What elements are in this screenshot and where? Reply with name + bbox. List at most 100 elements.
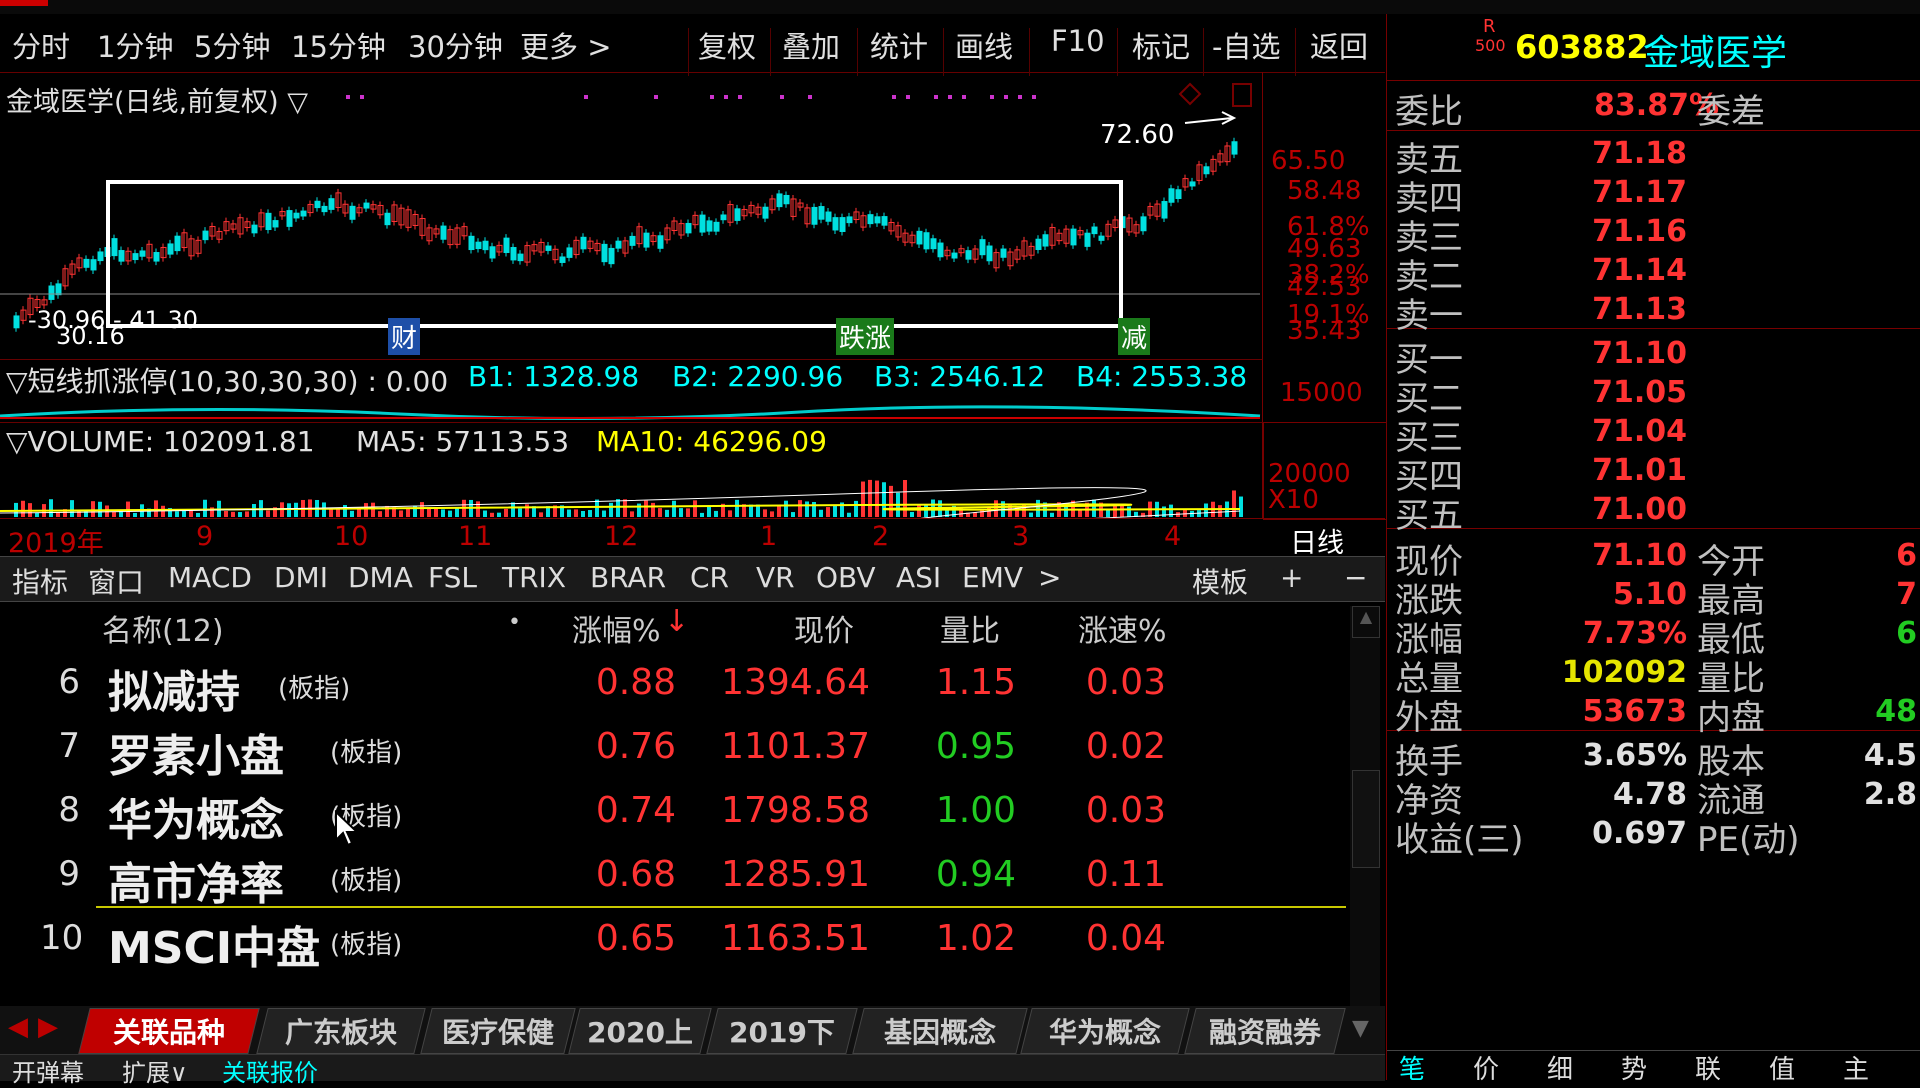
tab-emv[interactable]: EMV <box>962 561 1023 594</box>
volume-panel[interactable]: ▽VOLUME: 102091.81 MA5: 57113.53 MA10: 4… <box>0 422 1263 519</box>
danmaku-toggle[interactable]: 开弹幕 <box>12 1053 84 1088</box>
overlay-button[interactable]: 叠加 <box>782 24 840 66</box>
ask-level-price[interactable]: 71.17 <box>1537 175 1687 210</box>
stock-name[interactable]: 金域医学 <box>1643 24 1787 76</box>
tab-indicator[interactable]: 指标 <box>12 561 68 601</box>
scroll-up-icon[interactable]: ▲ <box>1352 606 1380 638</box>
related-quote-link[interactable]: 关联报价 <box>222 1053 318 1088</box>
detail-tab[interactable]: 值 <box>1769 1049 1795 1086</box>
period-15min[interactable]: 15分钟 <box>291 24 386 66</box>
footer-bar: 开弹幕 扩展∨ 关联报价 <box>0 1054 1385 1087</box>
row-index: 10 <box>40 918 84 958</box>
expand-menu[interactable]: 扩展∨ <box>122 1053 188 1088</box>
tab-macd[interactable]: MACD <box>168 561 252 594</box>
bottom-tab[interactable]: 医疗保健 <box>420 1008 576 1054</box>
bottom-tab[interactable]: 2019下 <box>706 1008 858 1054</box>
template-button[interactable]: 模板 <box>1192 561 1248 601</box>
bid-level-price[interactable]: 71.00 <box>1537 492 1687 527</box>
reduction-marker[interactable]: 减 <box>1118 318 1151 355</box>
bottom-tab[interactable]: 广东板块 <box>256 1008 426 1054</box>
tab-brar[interactable]: BRAR <box>590 561 666 594</box>
restore-rights-button[interactable]: 复权 <box>698 24 756 66</box>
tab-fsl[interactable]: FSL <box>428 561 477 594</box>
list-item[interactable]: 7 罗素小盘 (板指) 0.76 1101.37 0.95 0.02 <box>0 716 1360 782</box>
mark-button[interactable]: 标记 <box>1132 24 1190 66</box>
related-list: 名称(12) • 涨幅% ↓ 现价 量比 涨速% 6 拟减持 (板指) 0.88 139… <box>0 600 1385 1006</box>
bottom-tab[interactable]: 融资融券 <box>1184 1008 1346 1054</box>
tab-next-icon[interactable]: ▶ <box>38 1012 58 1042</box>
indicator-panel[interactable]: ▽短线抓涨停(10,30,30,30) : 0.00 B1: 1328.98 B… <box>0 359 1263 422</box>
add-watchlist-button[interactable]: -自选 <box>1212 24 1280 66</box>
period-more[interactable]: 更多 > <box>520 24 612 66</box>
row-name[interactable]: MSCI中盘 <box>108 912 320 976</box>
bid-level-price[interactable]: 71.05 <box>1537 375 1687 410</box>
detail-tab[interactable]: 势 <box>1621 1049 1647 1086</box>
bottom-tab[interactable]: 基因概念 <box>852 1008 1028 1054</box>
tab-dmi[interactable]: DMI <box>274 561 328 594</box>
ask-level-price[interactable]: 71.18 <box>1537 136 1687 171</box>
limit-marker[interactable]: 跌涨 <box>836 318 895 355</box>
period-intraday[interactable]: 分时 <box>12 24 70 66</box>
list-item[interactable]: 10 MSCI中盘 (板指) 0.65 1163.51 1.02 0.04 <box>0 908 1360 974</box>
column-price[interactable]: 现价 <box>794 606 854 650</box>
bottom-tab-label: 2019下 <box>729 1016 835 1049</box>
tab-asi[interactable]: ASI <box>896 561 941 594</box>
column-change[interactable]: 涨幅% <box>572 606 661 650</box>
list-item[interactable]: 6 拟减持 (板指) 0.88 1394.64 1.15 0.03 <box>0 652 1360 718</box>
period-30min[interactable]: 30分钟 <box>408 24 503 66</box>
tab-obv[interactable]: OBV <box>816 561 876 594</box>
statistics-button[interactable]: 统计 <box>870 24 928 66</box>
tab-prev-icon[interactable]: ◀ <box>8 1012 28 1042</box>
ask-level-price[interactable]: 71.13 <box>1537 292 1687 327</box>
row-name[interactable]: 罗素小盘 <box>108 720 284 784</box>
detail-tab[interactable]: 细 <box>1547 1049 1573 1086</box>
toolbar-divider <box>857 28 858 76</box>
row-name[interactable]: 华为概念 <box>108 784 284 848</box>
bottom-tab[interactable]: 关联品种 <box>78 1008 260 1054</box>
tab-dma[interactable]: DMA <box>348 561 413 594</box>
scroll-thumb[interactable] <box>1352 770 1380 868</box>
tab-trix[interactable]: TRIX <box>502 561 566 594</box>
f10-button[interactable]: F10 <box>1051 24 1105 58</box>
bid-level-price[interactable]: 71.01 <box>1537 453 1687 488</box>
row-name[interactable]: 高市净率 <box>108 848 284 912</box>
detail-tab[interactable]: 价 <box>1473 1049 1499 1086</box>
ask-level-price[interactable]: 71.16 <box>1537 214 1687 249</box>
list-item[interactable]: 8 华为概念 (板指) 0.74 1798.58 1.00 0.03 <box>0 780 1360 846</box>
tab-window[interactable]: 窗口 <box>88 561 144 601</box>
detail-tab[interactable]: 联 <box>1695 1049 1721 1086</box>
list-scrollbar[interactable]: ▲ <box>1350 606 1380 1006</box>
tab-more[interactable]: > <box>1038 561 1061 594</box>
list-item[interactable]: 9 高市净率 (板指) 0.68 1285.91 0.94 0.11 <box>0 844 1360 910</box>
remove-window-button[interactable]: − <box>1344 561 1367 594</box>
detail-tab[interactable]: 主 <box>1843 1049 1869 1086</box>
quote-value: 71.10 <box>1592 538 1687 573</box>
column-name[interactable]: 名称(12) <box>102 606 224 650</box>
kline-chart[interactable]: 金域医学(日线,前复权) ▽ 72.60 -30.96 - 41.30 30.1… <box>0 72 1263 359</box>
tab-cr[interactable]: CR <box>690 561 729 594</box>
row-index: 6 <box>58 662 80 702</box>
period-label[interactable]: 日线 <box>1290 521 1344 560</box>
finance-marker[interactable]: 财 <box>388 318 421 355</box>
add-window-button[interactable]: + <box>1280 561 1303 594</box>
tab-menu-icon[interactable]: ▼ <box>1352 1016 1369 1041</box>
bid-level-price[interactable]: 71.10 <box>1537 336 1687 371</box>
draw-line-button[interactable]: 画线 <box>955 24 1013 66</box>
detail-tab[interactable]: 笔 <box>1399 1049 1425 1086</box>
column-speed[interactable]: 涨速% <box>1078 606 1167 650</box>
back-button[interactable]: 返回 <box>1310 24 1368 66</box>
volume-label[interactable]: ▽VOLUME: 102091.81 <box>6 425 315 458</box>
row-change: 0.65 <box>595 918 676 959</box>
ask-level-price[interactable]: 71.14 <box>1537 253 1687 288</box>
period-5min[interactable]: 5分钟 <box>194 24 270 66</box>
indicator-tabbar: 指标 窗口 MACD DMI DMA FSL TRIX BRAR CR VR O… <box>0 556 1385 602</box>
period-1min[interactable]: 1分钟 <box>97 24 173 66</box>
column-vol-ratio[interactable]: 量比 <box>940 606 1000 650</box>
bottom-tab[interactable]: 2020上 <box>568 1008 712 1054</box>
quote-value: 7 <box>1896 577 1917 612</box>
tab-vr[interactable]: VR <box>756 561 795 594</box>
bottom-tab[interactable]: 华为概念 <box>1020 1008 1190 1054</box>
volume-ma10: MA10: 46296.09 <box>596 425 827 458</box>
row-name[interactable]: 拟减持 <box>108 656 240 720</box>
bid-level-price[interactable]: 71.04 <box>1537 414 1687 449</box>
